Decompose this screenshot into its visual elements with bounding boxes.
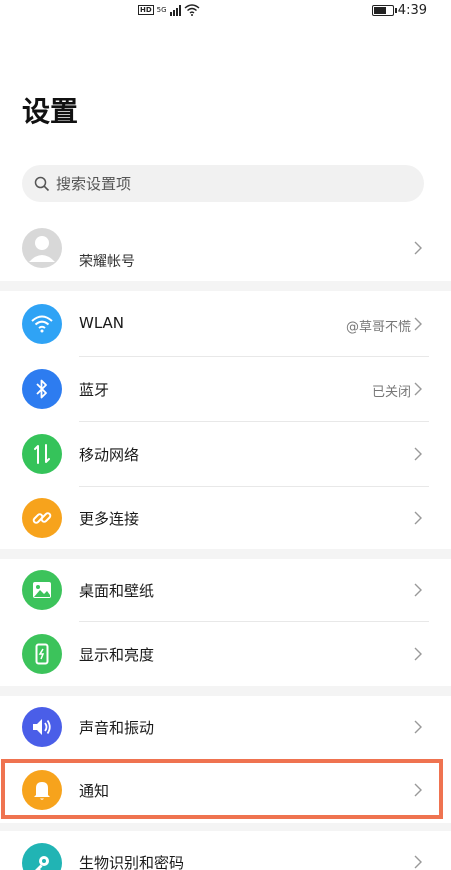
status-icons: HD 5G — [138, 4, 200, 16]
chevron-right-icon — [414, 382, 422, 396]
account-label: 荣耀帐号 — [79, 254, 135, 270]
chevron-right-icon — [414, 583, 422, 597]
settings-item-label: 移动网络 — [79, 446, 140, 464]
wifi-status-icon — [184, 4, 200, 16]
settings-item-label: 蓝牙 — [79, 381, 110, 399]
link-icon — [22, 498, 62, 538]
search-icon — [34, 176, 50, 191]
settings-item-more-connections[interactable]: 更多连接 — [0, 487, 451, 549]
section-divider — [0, 686, 451, 696]
signal-icon — [169, 4, 181, 16]
settings-item-wlan[interactable]: WLAN @草哥不慌 — [0, 292, 451, 356]
settings-item-bluetooth[interactable]: 蓝牙 已关闭 — [0, 357, 451, 421]
chevron-right-icon — [414, 317, 422, 331]
settings-item-value: @草哥不慌 — [345, 320, 411, 335]
avatar — [22, 228, 62, 268]
search-input[interactable] — [56, 174, 396, 193]
status-time: 4:39 — [397, 3, 427, 18]
account-row[interactable]: 荣耀帐号 — [0, 222, 451, 274]
settings-item-label: 生物识别和密码 — [79, 854, 185, 870]
section-divider — [0, 823, 451, 831]
bluetooth-icon — [22, 369, 62, 409]
chevron-right-icon — [414, 241, 422, 255]
settings-item-label: 显示和亮度 — [79, 646, 155, 664]
person-icon — [29, 236, 55, 262]
settings-item-biometrics[interactable]: 生物识别和密码 — [0, 832, 451, 870]
chevron-right-icon — [414, 720, 422, 734]
settings-item-value: 已关闭 — [371, 385, 411, 400]
section-divider — [0, 281, 451, 291]
settings-item-label: 通知 — [79, 782, 110, 800]
status-right: 4:39 — [371, 3, 427, 18]
chevron-right-icon — [414, 783, 422, 797]
settings-item-wallpaper[interactable]: 桌面和壁纸 — [0, 559, 451, 621]
network-type: 5G — [156, 6, 167, 14]
settings-item-label: 声音和振动 — [79, 719, 155, 737]
key-icon — [22, 843, 62, 870]
hd-badge: HD — [138, 5, 154, 15]
wifi-icon — [22, 304, 62, 344]
display-icon — [22, 634, 62, 674]
battery-icon — [371, 5, 397, 16]
wallpaper-icon — [22, 570, 62, 610]
section-divider — [0, 549, 451, 559]
mobile-network-icon — [22, 434, 62, 474]
page-title: 设置 — [22, 95, 79, 128]
status-bar: HD 5G 4:39 — [0, 0, 451, 22]
search-bar[interactable] — [22, 165, 424, 202]
chevron-right-icon — [414, 447, 422, 461]
settings-item-label: 更多连接 — [79, 510, 140, 528]
settings-item-notifications[interactable]: 通知 — [0, 760, 451, 820]
chevron-right-icon — [414, 647, 422, 661]
settings-item-display[interactable]: 显示和亮度 — [0, 622, 451, 686]
settings-item-sound[interactable]: 声音和振动 — [0, 696, 451, 759]
bell-icon — [22, 770, 62, 810]
settings-item-label: WLAN — [79, 314, 125, 332]
settings-item-mobile-network[interactable]: 移动网络 — [0, 422, 451, 486]
settings-item-label: 桌面和壁纸 — [79, 582, 155, 600]
chevron-right-icon — [414, 511, 422, 525]
chevron-right-icon — [414, 855, 422, 869]
sound-icon — [22, 707, 62, 747]
